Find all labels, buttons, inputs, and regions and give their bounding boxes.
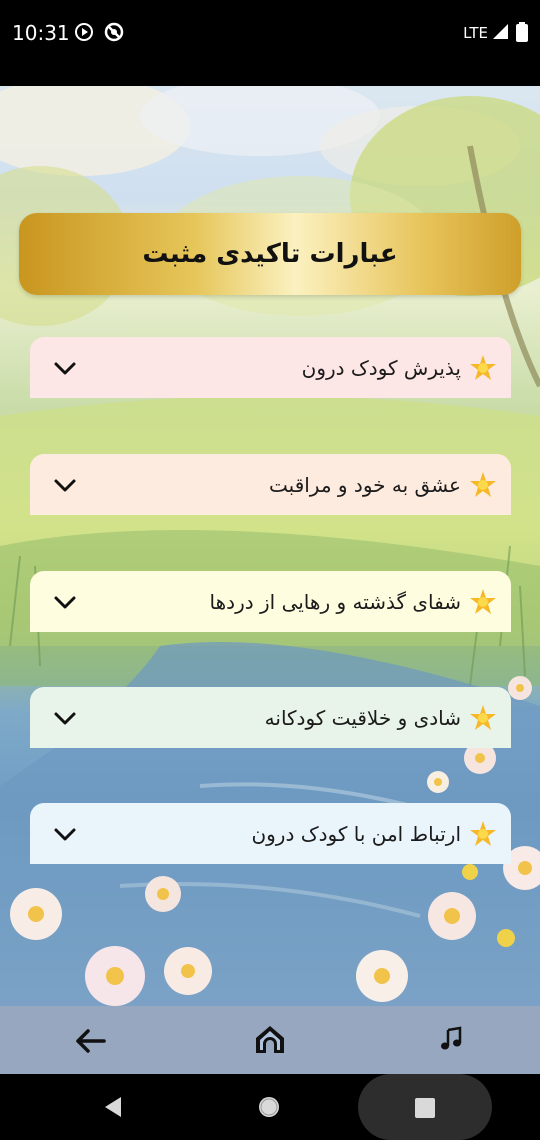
recents-button-bg[interactable]	[358, 1074, 492, 1140]
sun-star-icon	[470, 704, 496, 730]
sun-star-icon	[470, 354, 496, 380]
bottom-nav	[0, 1006, 540, 1074]
accordion-item-1[interactable]: پذیرش کودک درون	[30, 337, 511, 398]
no-sync-icon	[104, 22, 124, 42]
sun-star-icon	[470, 471, 496, 497]
system-nav-bar	[0, 1074, 540, 1140]
chevron-down-icon[interactable]	[50, 819, 80, 849]
signal-icon	[493, 24, 508, 39]
accordion-item-5[interactable]: ارتباط امن با کودک درون	[30, 803, 511, 864]
accordion-label: شادی و خلاقیت کودکانه	[264, 705, 461, 730]
recents-square-icon	[415, 1098, 435, 1118]
music-note-icon[interactable]	[440, 1026, 462, 1052]
home-circle-icon[interactable]	[257, 1095, 281, 1119]
play-circle-icon	[75, 23, 93, 41]
page-title: عبارات تاکیدی مثبت	[142, 239, 398, 269]
accordion-label: ارتباط امن با کودک درون	[251, 821, 461, 846]
status-time: 10:31	[12, 21, 70, 45]
accordion-label: شفای گذشته و رهایی از دردها	[209, 589, 461, 614]
back-arrow-icon[interactable]	[72, 1023, 108, 1059]
content-area: عبارات تاکیدی مثبت پذیرش کودک درون عشق ب…	[0, 86, 540, 1006]
home-icon[interactable]	[252, 1021, 288, 1057]
accordion-label: پذیرش کودک درون	[301, 355, 461, 380]
accordion-item-2[interactable]: عشق به خود و مراقبت	[30, 454, 511, 515]
back-triangle-icon[interactable]	[103, 1096, 123, 1118]
chevron-down-icon[interactable]	[50, 470, 80, 500]
sun-star-icon	[470, 588, 496, 614]
network-type: LTE	[463, 24, 488, 42]
chevron-down-icon[interactable]	[50, 587, 80, 617]
status-bar: 10:31 LTE	[0, 0, 540, 86]
chevron-down-icon[interactable]	[50, 703, 80, 733]
title-banner: عبارات تاکیدی مثبت	[19, 213, 521, 295]
accordion-label: عشق به خود و مراقبت	[269, 472, 461, 497]
accordion-item-4[interactable]: شادی و خلاقیت کودکانه	[30, 687, 511, 748]
battery-icon	[516, 22, 528, 42]
accordion-item-3[interactable]: شفای گذشته و رهایی از دردها	[30, 571, 511, 632]
sun-star-icon	[470, 820, 496, 846]
chevron-down-icon[interactable]	[50, 353, 80, 383]
